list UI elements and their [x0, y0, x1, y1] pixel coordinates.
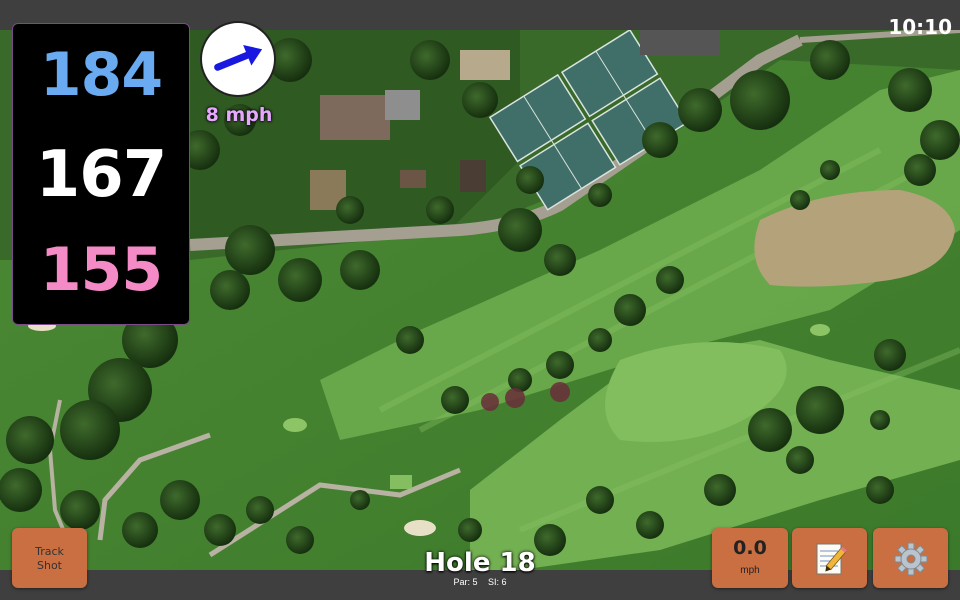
track-shot-button[interactable]: Track Shot	[12, 528, 87, 588]
center-distance: 167	[35, 138, 168, 212]
hole-meta: Par: 5 SI: 6	[380, 577, 580, 587]
front-distance: 155	[39, 235, 163, 305]
hole-title: Hole 18	[424, 548, 536, 578]
hole-stroke-index: SI: 6	[488, 577, 507, 587]
track-shot-label-line2: Shot	[37, 559, 62, 572]
arrow-icon	[214, 45, 263, 71]
speed-value: 0.0	[733, 537, 767, 559]
notes-button[interactable]	[792, 528, 867, 588]
wind-speed: 8 mph	[205, 104, 273, 126]
distance-panel: 184 167 155	[12, 23, 190, 325]
back-distance: 184	[39, 40, 163, 110]
gear-icon	[894, 542, 928, 576]
speed-button[interactable]: 0.0 mph	[712, 528, 788, 588]
clock: 10:10	[888, 15, 952, 39]
track-shot-label-line1: Track	[35, 545, 64, 558]
speed-unit: mph	[740, 565, 760, 576]
wind-indicator	[202, 23, 274, 95]
hole-par: Par: 5	[453, 577, 478, 587]
settings-button[interactable]	[873, 528, 948, 588]
notes-icon	[816, 543, 847, 575]
